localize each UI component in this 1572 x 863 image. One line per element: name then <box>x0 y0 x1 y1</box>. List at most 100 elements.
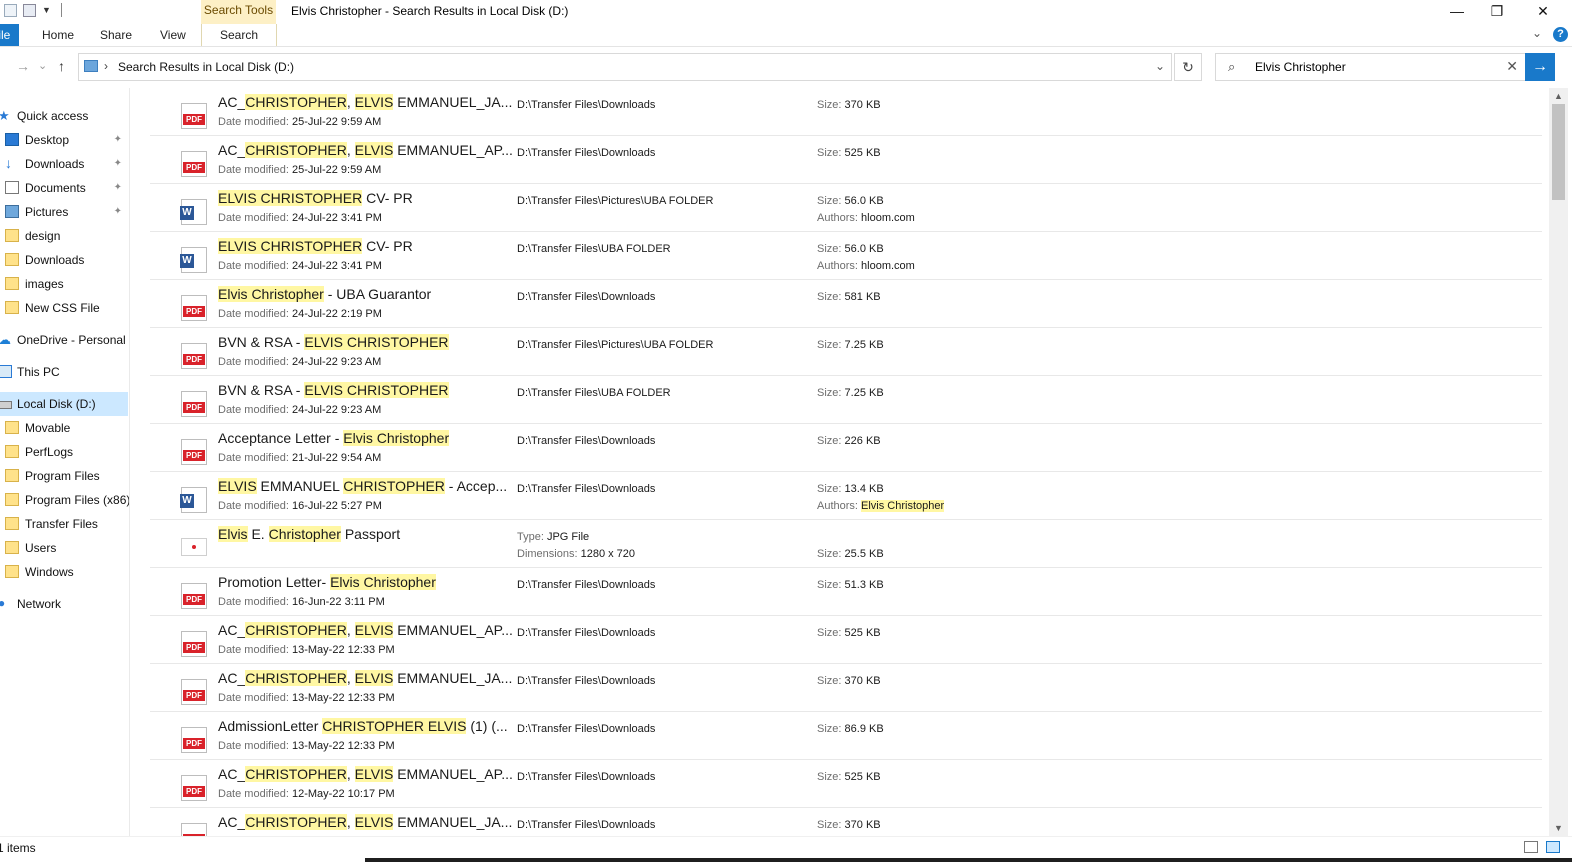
tab-share[interactable]: Share <box>100 24 132 46</box>
result-row[interactable]: BVN & RSA - ELVIS CHRISTOPHER Date modifi… <box>150 328 1542 376</box>
name-text: , <box>346 766 355 782</box>
sidebar-item-documents[interactable]: Documents ✦ <box>0 176 128 200</box>
navigation-bar: → ⌄ ↑ › Search Results in Local Disk (D:… <box>0 48 1572 86</box>
refresh-button[interactable]: ↻ <box>1174 53 1202 81</box>
documents-icon <box>5 181 19 194</box>
file-name[interactable]: AC_CHRISTOPHER, ELVIS EMMANUEL_AP... <box>218 142 513 158</box>
file-name[interactable]: AC_CHRISTOPHER, ELVIS EMMANUEL_AP... <box>218 622 513 638</box>
sidebar-item-local-disk-d[interactable]: Local Disk (D:) <box>0 392 128 416</box>
file-name[interactable]: BVN & RSA - ELVIS CHRISTOPHER <box>218 334 449 350</box>
address-dropdown-icon[interactable]: ⌄ <box>1155 59 1165 73</box>
folder-icon <box>5 421 19 434</box>
search-input[interactable] <box>1255 58 1495 76</box>
result-row[interactable]: AC_CHRISTOPHER, ELVIS EMMANUEL_AP... Date… <box>150 136 1542 184</box>
file-name[interactable]: Elvis Christopher - UBA Guarantor <box>218 286 431 302</box>
sidebar-item-pictures[interactable]: Pictures ✦ <box>0 200 128 224</box>
result-row[interactable]: AC_CHRISTOPHER, ELVIS EMMANUEL_AP... Date… <box>150 760 1542 808</box>
tab-search[interactable]: Search <box>201 24 277 46</box>
file-name[interactable]: Elvis E. Christopher Passport <box>218 526 400 542</box>
result-row[interactable]: Elvis E. Christopher Passport Type: JPG F… <box>150 520 1542 568</box>
tab-view[interactable]: View <box>160 24 186 46</box>
sidebar-item-label: Downloads <box>25 157 85 171</box>
close-button[interactable]: ✕ <box>1520 0 1566 24</box>
search-results-list: AC_CHRISTOPHER, ELVIS EMMANUEL_JA... Date… <box>150 88 1542 836</box>
sidebar-item-program-files-x86[interactable]: Program Files (x86) <box>0 488 129 512</box>
file-size-label: Size: <box>817 723 842 735</box>
properties-icon[interactable] <box>4 3 17 17</box>
file-name[interactable]: ELVIS CHRISTOPHER CV- PR <box>218 238 413 254</box>
sidebar-item-quick-access[interactable]: ★ Quick access <box>0 104 128 128</box>
result-row[interactable]: AC_CHRISTOPHER, ELVIS EMMANUEL_AP... Date… <box>150 616 1542 664</box>
sidebar-item-new-css-file[interactable]: New CSS File <box>0 296 128 320</box>
result-row[interactable]: Elvis Christopher - UBA Guarantor Date mo… <box>150 280 1542 328</box>
pin-icon[interactable]: ✦ <box>114 152 122 176</box>
result-row[interactable]: Promotion Letter- Elvis Christopher Date … <box>150 568 1542 616</box>
search-go-button[interactable]: → <box>1525 53 1555 81</box>
large-icons-view-icon[interactable] <box>1546 841 1560 853</box>
result-row[interactable]: AC_CHRISTOPHER, ELVIS EMMANUEL_JA... Date… <box>150 88 1542 136</box>
pin-icon[interactable]: ✦ <box>114 176 122 200</box>
file-name[interactable]: AC_CHRISTOPHER, ELVIS EMMANUEL_JA... <box>218 814 512 830</box>
result-row[interactable]: AC_CHRISTOPHER, ELVIS EMMANUEL_JA... D:\T… <box>150 808 1542 836</box>
file-size: Size: 86.9 KB <box>817 723 884 735</box>
result-row[interactable]: ELVIS CHRISTOPHER CV- PR Date modified: 2… <box>150 232 1542 280</box>
file-name[interactable]: AC_CHRISTOPHER, ELVIS EMMANUEL_JA... <box>218 94 512 110</box>
clear-search-icon[interactable]: ✕ <box>1506 58 1518 75</box>
date-modified: Date modified: 24-Jul-22 3:41 PM <box>218 260 382 272</box>
breadcrumb-separator-icon[interactable]: › <box>104 59 108 73</box>
result-row[interactable]: BVN & RSA - ELVIS CHRISTOPHER Date modifi… <box>150 376 1542 424</box>
search-box[interactable]: ⌕ ✕ <box>1215 53 1527 81</box>
file-name[interactable]: AC_CHRISTOPHER, ELVIS EMMANUEL_AP... <box>218 766 513 782</box>
file-name[interactable]: ELVIS EMMANUEL CHRISTOPHER - Accep... <box>218 478 507 494</box>
authors-value: Elvis Christopher <box>861 500 945 512</box>
sidebar-item-this-pc[interactable]: This PC <box>0 360 128 384</box>
sidebar-item-program-files[interactable]: Program Files <box>0 464 128 488</box>
help-icon[interactable]: ? <box>1553 27 1568 42</box>
sidebar-item-transfer-files[interactable]: Transfer Files <box>0 512 128 536</box>
search-highlight: CHRISTOPHER ELVIS <box>322 718 467 734</box>
scroll-down-icon[interactable]: ▼ <box>1549 820 1568 836</box>
sidebar-item-onedrive-personal[interactable]: ☁ OneDrive - Personal <box>0 328 128 352</box>
file-name[interactable]: Promotion Letter- Elvis Christopher <box>218 574 436 590</box>
back-button[interactable]: → <box>16 58 30 74</box>
result-row[interactable]: ELVIS CHRISTOPHER CV- PR Date modified: 2… <box>150 184 1542 232</box>
sidebar-item-movable[interactable]: Movable <box>0 416 128 440</box>
recent-locations-button[interactable]: ⌄ <box>38 59 47 72</box>
customize-toolbar-icon[interactable]: ▼ <box>42 5 51 15</box>
sidebar-item-users[interactable]: Users <box>0 536 128 560</box>
expand-ribbon-icon[interactable]: ⌄ <box>1532 26 1542 40</box>
pin-icon[interactable]: ✦ <box>114 200 122 224</box>
sidebar-item-design[interactable]: design <box>0 224 128 248</box>
sidebar-item-perflogs[interactable]: PerfLogs <box>0 440 128 464</box>
tab-home[interactable]: Home <box>42 24 74 46</box>
file-name[interactable]: BVN & RSA - ELVIS CHRISTOPHER <box>218 382 449 398</box>
result-row[interactable]: ELVIS EMMANUEL CHRISTOPHER - Accep... Dat… <box>150 472 1542 520</box>
pin-icon[interactable]: ✦ <box>114 128 122 152</box>
sidebar-item-downloads[interactable]: Downloads <box>0 248 128 272</box>
scroll-up-icon[interactable]: ▲ <box>1549 88 1568 104</box>
details-view-icon[interactable] <box>1524 841 1538 853</box>
scrollbar-thumb[interactable] <box>1552 104 1565 200</box>
name-text: AC_ <box>218 622 246 638</box>
tab-file[interactable]: File <box>0 24 19 46</box>
sidebar-item-label: Downloads <box>25 253 85 267</box>
file-name[interactable]: AC_CHRISTOPHER, ELVIS EMMANUEL_JA... <box>218 670 512 686</box>
sidebar-item-images[interactable]: images <box>0 272 128 296</box>
restore-button[interactable]: ❐ <box>1474 0 1520 24</box>
address-bar[interactable]: › Search Results in Local Disk (D:) ⌄ <box>78 53 1172 81</box>
result-row[interactable]: AdmissionLetter CHRISTOPHER ELVIS (1) (.… <box>150 712 1542 760</box>
up-button[interactable]: ↑ <box>58 58 65 74</box>
sidebar-item-windows[interactable]: Windows <box>0 560 128 584</box>
result-row[interactable]: Acceptance Letter - Elvis Christopher Dat… <box>150 424 1542 472</box>
sidebar-item-desktop[interactable]: Desktop ✦ <box>0 128 128 152</box>
sidebar-item-network[interactable]: ● Network <box>0 592 128 616</box>
vertical-scrollbar[interactable]: ▲ ▼ <box>1549 88 1568 836</box>
result-row[interactable]: AC_CHRISTOPHER, ELVIS EMMANUEL_JA... Date… <box>150 664 1542 712</box>
file-name[interactable]: ELVIS CHRISTOPHER CV- PR <box>218 190 413 206</box>
download-icon: ↓ <box>5 155 12 171</box>
breadcrumb[interactable]: Search Results in Local Disk (D:) <box>118 60 294 74</box>
sidebar-item-downloads[interactable]: ↓ Downloads ✦ <box>0 152 128 176</box>
file-name[interactable]: Acceptance Letter - Elvis Christopher <box>218 430 450 446</box>
new-folder-icon[interactable] <box>23 3 36 17</box>
file-name[interactable]: AdmissionLetter CHRISTOPHER ELVIS (1) (.… <box>218 718 508 734</box>
